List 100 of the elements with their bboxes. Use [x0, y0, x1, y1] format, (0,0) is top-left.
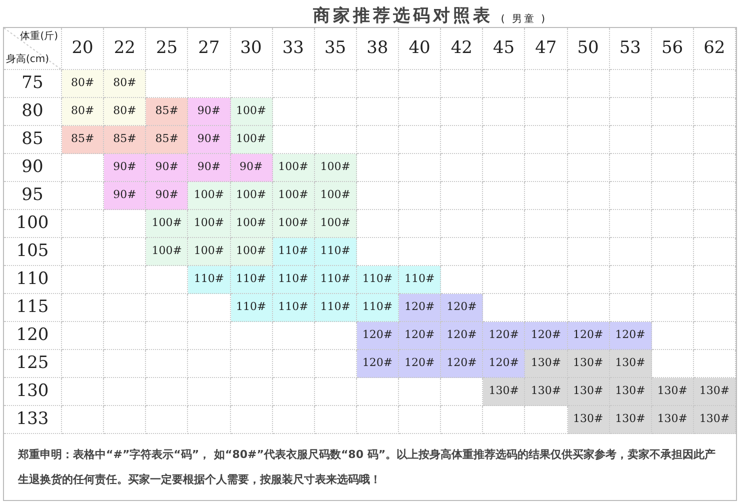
weight-label: 体重(斤)	[20, 32, 58, 42]
empty-cell	[62, 350, 104, 378]
weight-header: 27	[188, 28, 230, 70]
size-cell: 130#	[568, 350, 610, 378]
empty-cell	[146, 406, 188, 434]
size-cell: 120#	[441, 350, 484, 378]
empty-cell	[483, 266, 526, 294]
empty-cell	[483, 238, 526, 266]
empty-cell	[314, 378, 357, 406]
size-cell: 80#	[104, 70, 146, 98]
empty-cell	[694, 322, 736, 350]
empty-cell	[694, 294, 736, 322]
empty-cell	[441, 182, 484, 210]
size-cell: 130#	[694, 378, 736, 406]
empty-cell	[483, 406, 526, 434]
size-cell: 80#	[62, 98, 104, 126]
size-cell: 120#	[568, 322, 610, 350]
size-cell: 120#	[441, 294, 484, 322]
empty-cell	[694, 70, 736, 98]
size-cell: 100#	[146, 210, 188, 238]
chart-subtitle: ( 男童 )	[500, 15, 548, 25]
size-cell: 100#	[188, 238, 230, 266]
size-cell: 90#	[146, 154, 188, 182]
empty-cell	[483, 126, 526, 154]
empty-cell	[483, 98, 526, 126]
weight-header: 42	[441, 28, 484, 70]
empty-cell	[652, 154, 694, 182]
size-cell: 100#	[188, 182, 230, 210]
empty-cell	[652, 210, 694, 238]
empty-cell	[568, 70, 610, 98]
chart-title: 商家推荐选码对照表	[312, 8, 493, 25]
empty-cell	[441, 406, 484, 434]
size-cell: 90#	[188, 154, 230, 182]
empty-cell	[483, 154, 526, 182]
empty-cell	[399, 98, 442, 126]
size-cell: 120#	[441, 322, 484, 350]
size-cell: 100#	[230, 210, 273, 238]
empty-cell	[62, 294, 104, 322]
empty-cell	[610, 266, 652, 294]
height-cell: 100	[4, 210, 62, 238]
empty-cell	[104, 322, 146, 350]
empty-cell	[272, 378, 315, 406]
empty-cell	[62, 322, 104, 350]
size-cell: 110#	[399, 266, 442, 294]
empty-cell	[610, 70, 652, 98]
empty-cell	[399, 210, 442, 238]
size-cell: 130#	[652, 406, 694, 434]
empty-cell	[568, 182, 610, 210]
weight-header: 33	[272, 28, 315, 70]
empty-cell	[104, 378, 146, 406]
height-label: 身高(cm)	[6, 55, 50, 65]
empty-cell	[483, 210, 526, 238]
empty-cell	[62, 378, 104, 406]
size-cell: 120#	[356, 350, 399, 378]
empty-cell	[610, 98, 652, 126]
height-cell: 115	[4, 294, 62, 322]
empty-cell	[62, 238, 104, 266]
size-cell: 130#	[525, 378, 568, 406]
empty-cell	[652, 126, 694, 154]
height-cell: 110	[4, 266, 62, 294]
size-cell: 110#	[314, 238, 357, 266]
empty-cell	[568, 154, 610, 182]
size-cell: 110#	[272, 238, 315, 266]
size-cell: 85#	[104, 126, 146, 154]
empty-cell	[525, 266, 568, 294]
height-cell: 90	[4, 154, 62, 182]
size-cell: 90#	[104, 154, 146, 182]
size-cell: 110#	[230, 266, 273, 294]
empty-cell	[356, 98, 399, 126]
empty-cell	[146, 350, 188, 378]
size-cell: 100#	[272, 210, 315, 238]
weight-header: 25	[146, 28, 188, 70]
empty-cell	[62, 406, 104, 434]
empty-cell	[188, 378, 230, 406]
empty-cell	[694, 210, 736, 238]
empty-cell	[568, 266, 610, 294]
empty-cell	[610, 126, 652, 154]
empty-cell	[694, 238, 736, 266]
size-cell: 120#	[483, 350, 526, 378]
empty-cell	[441, 126, 484, 154]
size-cell: 85#	[62, 126, 104, 154]
size-cell: 110#	[356, 294, 399, 322]
size-cell: 110#	[272, 266, 315, 294]
empty-cell	[188, 322, 230, 350]
empty-cell	[483, 182, 526, 210]
empty-cell	[694, 154, 736, 182]
size-cell: 90#	[104, 182, 146, 210]
size-cell: 80#	[104, 98, 146, 126]
empty-cell	[568, 210, 610, 238]
empty-cell	[652, 238, 694, 266]
size-cell: 100#	[230, 238, 273, 266]
size-cell: 120#	[356, 322, 399, 350]
size-cell: 130#	[525, 350, 568, 378]
height-cell: 105	[4, 238, 62, 266]
empty-cell	[610, 238, 652, 266]
empty-cell	[610, 182, 652, 210]
weight-header: 47	[525, 28, 568, 70]
empty-cell	[441, 154, 484, 182]
empty-cell	[314, 70, 357, 98]
size-cell: 130#	[652, 378, 694, 406]
